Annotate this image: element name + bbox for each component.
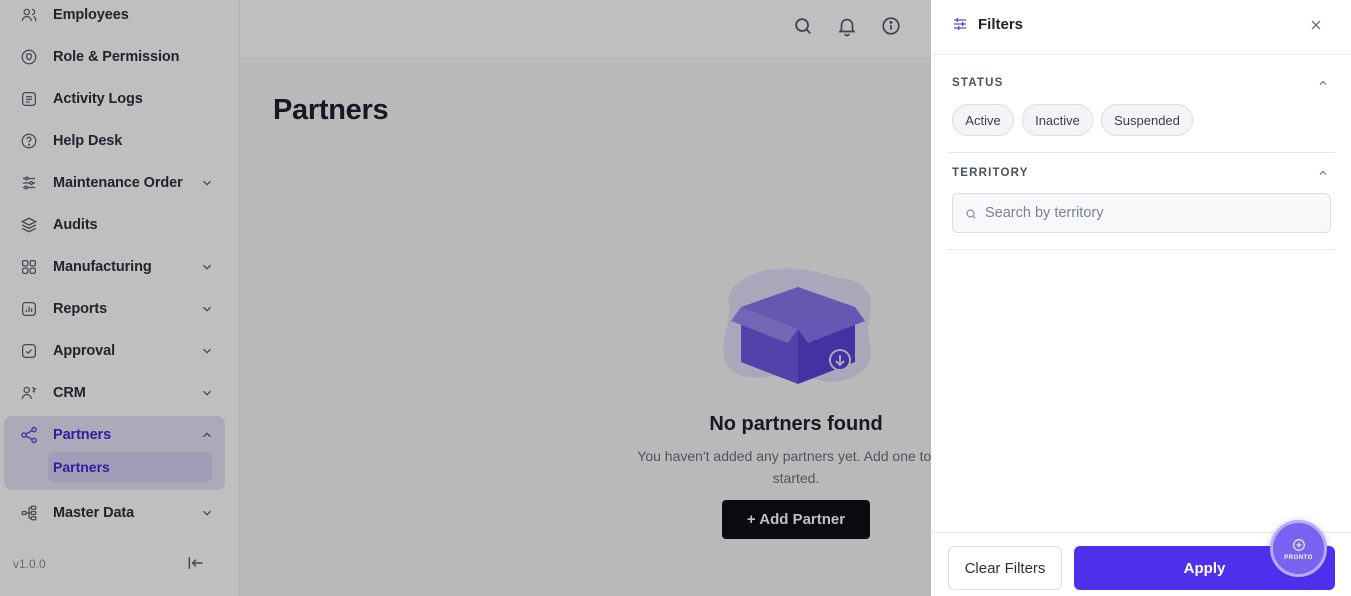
territory-search-field[interactable] [952, 193, 1331, 233]
chevron-up-icon[interactable] [1317, 167, 1329, 179]
chevron-up-icon[interactable] [1317, 77, 1329, 89]
status-chip-active[interactable]: Active [952, 104, 1014, 136]
clear-filters-button[interactable]: Clear Filters [948, 546, 1062, 590]
section-divider [948, 152, 1335, 153]
territory-section-label: TERRITORY [952, 167, 1029, 179]
status-section-label: STATUS [952, 77, 1004, 89]
assistant-logo-icon [1292, 538, 1305, 551]
close-icon[interactable] [1308, 17, 1324, 33]
status-chip-inactive[interactable]: Inactive [1022, 104, 1093, 136]
modal-backdrop[interactable] [0, 0, 931, 596]
section-divider [948, 249, 1335, 250]
search-icon [966, 209, 976, 219]
filters-panel: Filters STATUS Active Inactive Suspended… [931, 0, 1351, 596]
status-chip-suspended[interactable]: Suspended [1101, 104, 1193, 136]
assistant-fab-label: PRONTO [1284, 554, 1313, 561]
assistant-fab[interactable]: PRONTO [1270, 520, 1327, 577]
filter-sliders-icon [954, 18, 966, 30]
territory-search-input[interactable] [985, 194, 1315, 232]
filters-title: Filters [978, 16, 1024, 33]
filters-header: Filters [931, 0, 1351, 55]
